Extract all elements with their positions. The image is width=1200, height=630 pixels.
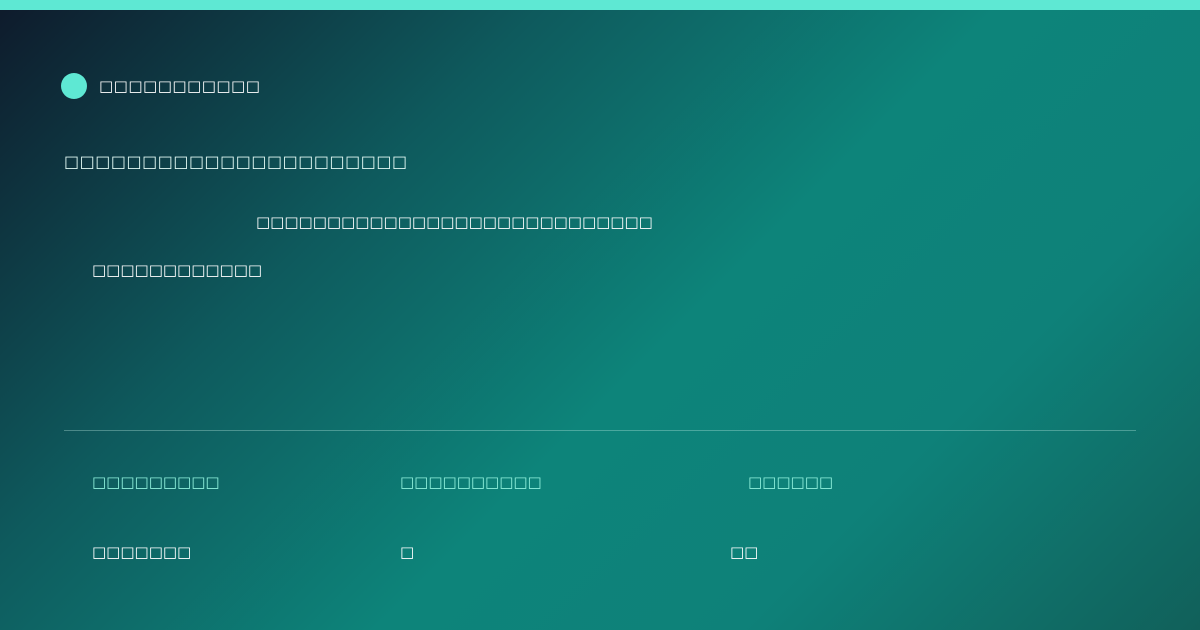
subtext-secondary: □□□□□□□□□□□□: [92, 261, 263, 279]
brand-name: □□□□□□□□□□□: [99, 77, 261, 95]
stat-value-2: □: [400, 543, 415, 561]
brand-dot-icon: [61, 73, 87, 99]
stat-label-3: □□□□□□: [748, 473, 834, 491]
stat-value-3: □□: [730, 543, 759, 561]
stat-label-1: □□□□□□□□□: [92, 473, 220, 491]
divider: [64, 430, 1136, 431]
subtext: □□□□□□□□□□□□□□□□□□□□□□□□□□□□: [256, 213, 653, 231]
stat-value-1: □□□□□□□: [92, 543, 192, 561]
brand: □□□□□□□□□□□: [61, 73, 260, 99]
top-accent-bar: [0, 0, 1200, 10]
stat-label-2: □□□□□□□□□□: [400, 473, 542, 491]
headline: □□□□□□□□□□□□□□□□□□□□□□: [64, 152, 408, 171]
